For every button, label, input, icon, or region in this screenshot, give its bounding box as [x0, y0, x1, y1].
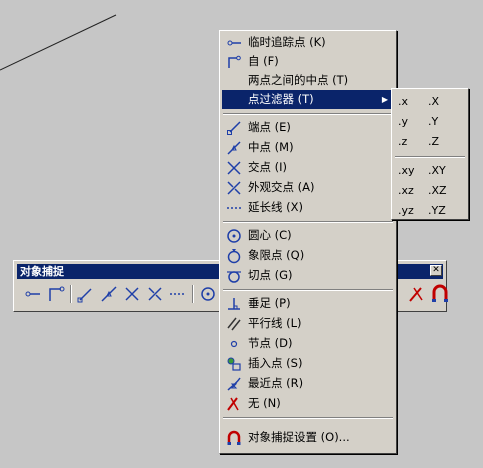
extension-icon[interactable]: [167, 283, 189, 305]
close-icon[interactable]: ✕: [430, 265, 442, 276]
submenu-item-label: .X: [428, 95, 440, 108]
submenu-item-xz[interactable]: .xz .XZ: [394, 182, 466, 200]
submenu-item-y[interactable]: .y .Y: [394, 113, 466, 131]
parallel-icon: [226, 316, 242, 332]
menu-item-point-filters[interactable]: 点过滤器 (T) ▶: [222, 90, 394, 109]
menu-item-midpoint-between[interactable]: 两点之间的中点 (T): [222, 71, 394, 90]
submenu-item-key: .z: [398, 135, 408, 148]
menu-item-label: 交点 (I): [248, 160, 288, 174]
endpoint-icon: [226, 120, 242, 136]
toolbar-separator: [70, 285, 72, 303]
menu-item-label: 外观交点 (A): [248, 180, 315, 194]
quadrant-icon: [226, 248, 242, 264]
extension-icon: [226, 200, 242, 216]
submenu-arrow-icon: ▶: [381, 95, 388, 104]
menu-item-label: 无 (N): [248, 396, 281, 410]
menu-item-none[interactable]: 无 (N): [222, 394, 394, 413]
menu-item-label: 插入点 (S): [248, 356, 303, 370]
menu-item-nearest[interactable]: 最近点 (R): [222, 374, 394, 393]
menu-item-temp-track-point[interactable]: 临时追踪点 (K): [222, 33, 394, 52]
menu-separator: [223, 417, 393, 419]
menu-item-extension[interactable]: 延长线 (X): [222, 198, 394, 217]
menu-item-insertion[interactable]: 插入点 (S): [222, 354, 394, 373]
submenu-item-yz[interactable]: .yz .YZ: [394, 202, 466, 220]
menu-item-label: 点过滤器 (T): [248, 92, 314, 106]
submenu-item-z[interactable]: .z .Z: [394, 133, 466, 151]
submenu-item-label: .XY: [428, 164, 446, 177]
menu-item-center[interactable]: 圆心 (C): [222, 226, 394, 245]
menu-item-label: 临时追踪点 (K): [248, 35, 326, 49]
point-filters-submenu: .x .X .y .Y .z .Z .xy .XY .xz .XZ .yz .Y…: [391, 88, 469, 220]
menu-item-label: 延长线 (X): [248, 200, 304, 214]
center-icon: [226, 228, 242, 244]
object-snap-menu: 临时追踪点 (K) 自 (F) 两点之间的中点 (T) 点过滤器 (T) ▶ 端…: [219, 30, 397, 454]
menu-separator: [223, 221, 393, 223]
menu-item-perpendicular[interactable]: 垂足 (P): [222, 294, 394, 313]
apparent-intersection-icon: [226, 180, 242, 196]
menu-item-quadrant[interactable]: 象限点 (Q): [222, 246, 394, 265]
intersection-icon: [226, 160, 242, 176]
submenu-separator: [395, 156, 465, 158]
apparent-intersection-icon[interactable]: [144, 283, 166, 305]
submenu-item-label: .XZ: [428, 184, 447, 197]
toolbar-separator: [192, 285, 194, 303]
submenu-item-x[interactable]: .x .X: [394, 93, 466, 111]
submenu-item-key: .xz: [398, 184, 414, 197]
submenu-item-key: .x: [398, 95, 409, 108]
from-icon: [226, 54, 242, 70]
menu-item-endpoint[interactable]: 端点 (E): [222, 118, 394, 137]
none-icon: [226, 396, 242, 412]
menu-item-label: 平行线 (L): [248, 316, 302, 330]
node-icon: [226, 336, 242, 352]
submenu-item-label: .YZ: [428, 204, 446, 217]
menu-separator: [223, 113, 393, 115]
temp-track-point-icon: [226, 35, 242, 51]
osnap-settings-icon: [226, 430, 242, 446]
submenu-item-label: .Y: [428, 115, 439, 128]
menu-item-label: 对象捕捉设置 (O)...: [248, 430, 350, 444]
menu-separator: [223, 289, 393, 291]
menu-item-node[interactable]: 节点 (D): [222, 334, 394, 353]
insertion-icon: [226, 356, 242, 372]
menu-item-apparent-intersection[interactable]: 外观交点 (A): [222, 178, 394, 197]
submenu-item-key: .xy: [398, 164, 415, 177]
menu-item-tangent[interactable]: 切点 (G): [222, 266, 394, 285]
submenu-item-key: .yz: [398, 204, 414, 217]
intersection-icon[interactable]: [121, 283, 143, 305]
menu-item-parallel[interactable]: 平行线 (L): [222, 314, 394, 333]
menu-item-label: 节点 (D): [248, 336, 293, 350]
tangent-icon: [226, 268, 242, 284]
menu-item-label: 切点 (G): [248, 268, 293, 282]
center-icon[interactable]: [197, 283, 219, 305]
midpoint-icon: [226, 140, 242, 156]
osnap-settings-icon[interactable]: [429, 283, 451, 305]
menu-item-label: 圆心 (C): [248, 228, 292, 242]
menu-item-label: 自 (F): [248, 54, 279, 68]
from-icon[interactable]: [45, 283, 67, 305]
menu-item-intersection[interactable]: 交点 (I): [222, 158, 394, 177]
midpoint-icon[interactable]: [98, 283, 120, 305]
temp-track-point-icon[interactable]: [22, 283, 44, 305]
menu-item-label: 垂足 (P): [248, 296, 291, 310]
endpoint-icon[interactable]: [75, 283, 97, 305]
submenu-item-key: .y: [398, 115, 409, 128]
menu-item-osnap-settings[interactable]: 对象捕捉设置 (O)...: [222, 428, 394, 447]
menu-item-label: 最近点 (R): [248, 376, 304, 390]
menu-item-midpoint[interactable]: 中点 (M): [222, 138, 394, 157]
menu-item-from[interactable]: 自 (F): [222, 52, 394, 71]
none-icon[interactable]: [406, 283, 428, 305]
perpendicular-icon: [226, 296, 242, 312]
menu-item-label: 端点 (E): [248, 120, 291, 134]
submenu-item-label: .Z: [428, 135, 440, 148]
menu-item-label: 中点 (M): [248, 140, 294, 154]
menu-item-label: 两点之间的中点 (T): [248, 73, 349, 87]
menu-item-label: 象限点 (Q): [248, 248, 305, 262]
submenu-item-xy[interactable]: .xy .XY: [394, 162, 466, 180]
nearest-icon: [226, 376, 242, 392]
